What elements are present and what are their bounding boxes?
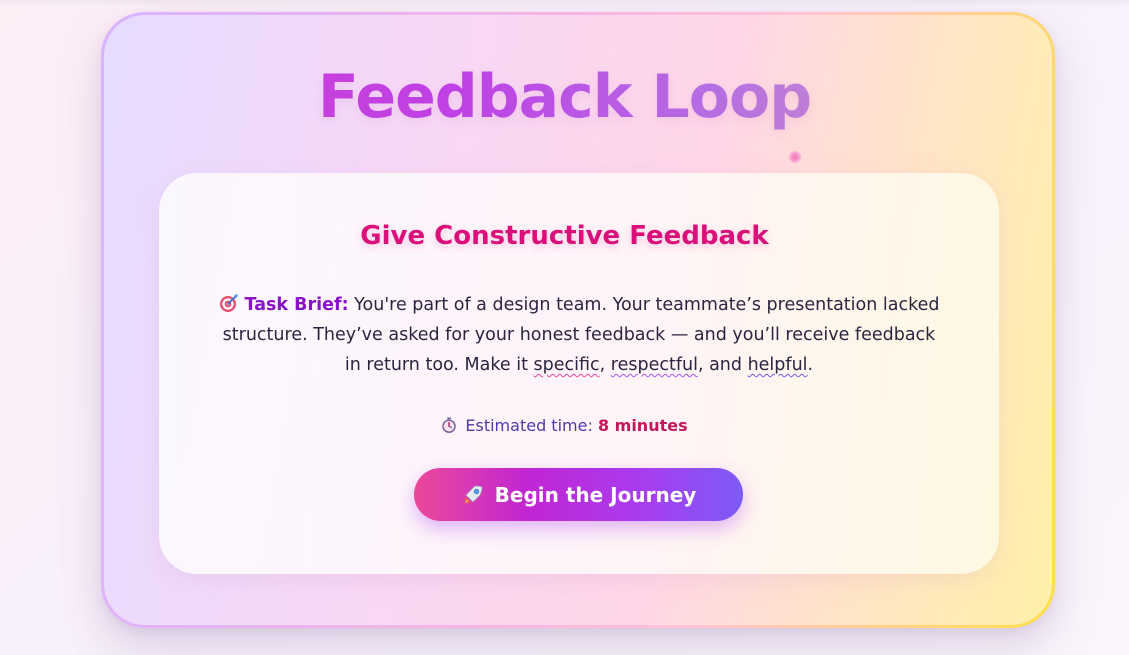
page-top-shadow — [0, 0, 1129, 6]
estimated-time-value: 8 minutes — [597, 416, 688, 435]
keyword-respectful: respectful — [610, 355, 698, 375]
sentence-end: . — [807, 355, 814, 375]
stopwatch-icon — [442, 417, 457, 433]
target-icon — [219, 294, 238, 312]
rocket-icon — [463, 485, 483, 504]
begin-journey-label: Begin the Journey — [494, 482, 697, 507]
page-title: Feedback Loop — [0, 52, 1129, 142]
keyword-helpful: helpful — [747, 355, 808, 375]
task-brief-label: Task Brief: — [244, 295, 349, 315]
task-brief: Task Brief: You're part of a design team… — [214, 290, 944, 380]
keyword-specific: specific — [533, 355, 600, 375]
begin-journey-button[interactable]: Begin the Journey — [414, 468, 743, 521]
sparkle-dot-decoration — [789, 151, 801, 163]
separator: , and — [697, 355, 748, 375]
estimated-time-label: Estimated time: — [465, 416, 598, 435]
separator: , — [599, 355, 611, 375]
task-heading: Give Constructive Feedback — [360, 221, 769, 251]
estimated-time: Estimated time: 8 minutes — [0, 413, 1129, 439]
